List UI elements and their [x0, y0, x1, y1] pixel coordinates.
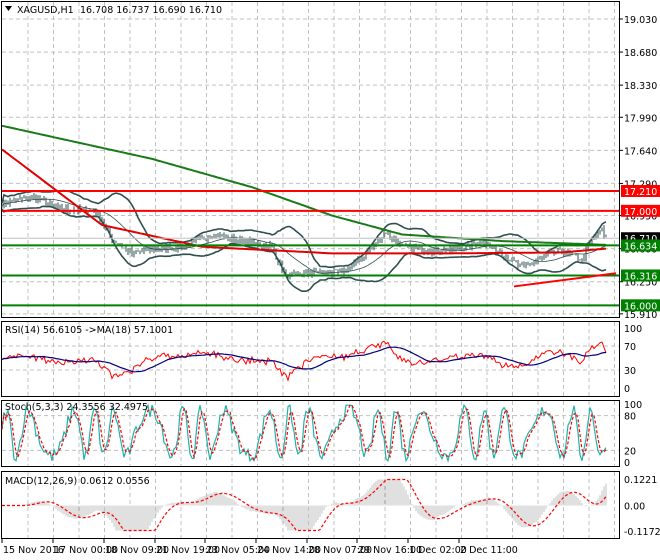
price-level-label: 17.210 [624, 187, 657, 198]
price-level-label: 16.634 [624, 241, 657, 252]
indicator-axis-tick: 0 [624, 458, 630, 469]
price-level-label: 17.000 [624, 207, 657, 218]
chart-symbol: XAGUSD,H1 [17, 5, 74, 16]
chart-ohlc: 16.708 16.737 16.690 16.710 [80, 5, 222, 16]
indicator-axis-tick: 0 [624, 384, 630, 395]
chart-canvas[interactable]: 19.03018.68018.33017.99017.64017.29016.9… [0, 0, 660, 560]
indicator-axis-tick: 0.1221 [624, 475, 657, 486]
indicator-axis-tick: -0.1172 [624, 527, 660, 538]
indicator-axis-tick: 100 [624, 400, 642, 411]
time-axis-label: 2 Dec 11:00 [460, 545, 518, 556]
price-axis-tick: 17.640 [624, 146, 657, 157]
indicator-axis-tick: 100 [624, 324, 642, 335]
macd-label: MACD(12,26,9) 0.0612 0.0556 [5, 476, 150, 487]
price-level-label: 16.316 [624, 271, 657, 282]
indicator-axis-tick: 30 [624, 366, 636, 377]
time-axis-label: 1 Dec 02:00 [409, 545, 467, 556]
indicator-axis-tick: 80 [624, 412, 636, 423]
indicator-axis-tick: 70 [624, 342, 636, 353]
price-axis-tick: 17.990 [624, 113, 657, 124]
trading-chart-window: 19.030 18.680 18.330 17.990 17.640 17.290 16.9… [0, 0, 660, 560]
price-axis-tick: 18.330 [624, 81, 657, 92]
stoch-label: Stoch(5,3,3) 24.3556 32.4975 [5, 402, 148, 413]
price-level-label: 16.000 [624, 301, 657, 312]
indicator-axis-tick: 0.00 [624, 502, 645, 513]
indicator-axis-tick: 20 [624, 446, 636, 457]
price-axis-tick: 19.030 [624, 15, 657, 26]
price-axis-tick: 18.680 [624, 48, 657, 59]
rsi-label: RSI(14) 56.6105 ->MA(18) 57.1001 [5, 325, 173, 336]
